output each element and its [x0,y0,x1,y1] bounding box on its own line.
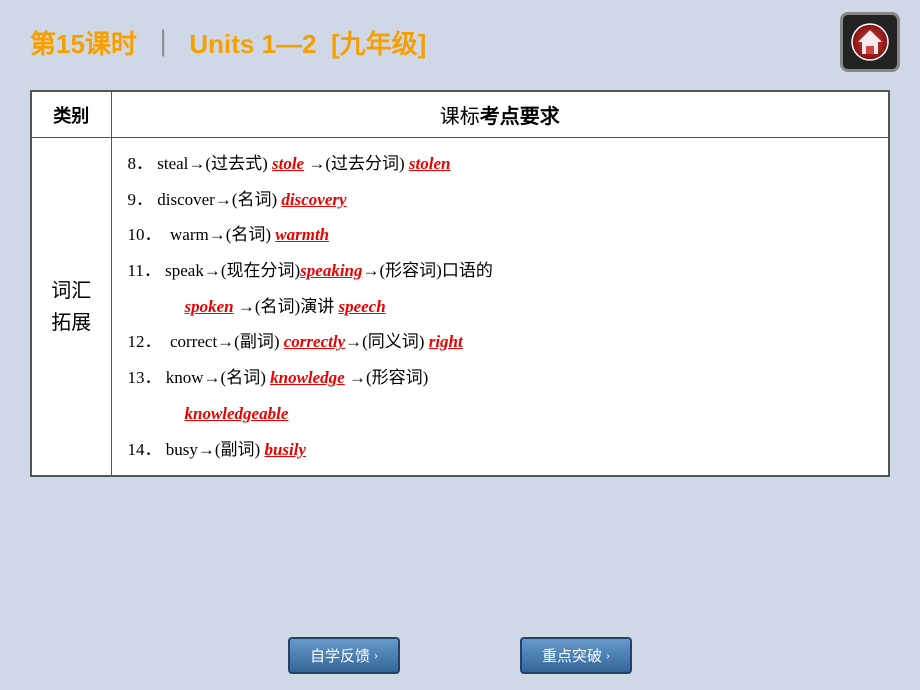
row-8: 8． steal→(过去式) stole →(过去分词) stolen [128,146,873,182]
col2-header-normal: 课标 [440,106,480,128]
col1-header: 类别 [31,91,111,138]
footer: 自学反馈 › 重点突破 › [0,637,920,674]
answer-warmth: warmth [275,225,329,244]
self-study-button[interactable]: 自学反馈 › [288,637,400,674]
category-text: 词汇拓展 [44,275,99,339]
answer-knowledge: knowledge [270,368,345,387]
answer-discovery: discovery [281,190,346,209]
answer-spoken: spoken [185,297,234,316]
row-9: 9． discover→(名词) discovery [128,182,873,218]
row-11b: spoken →(名词)演讲 speech [128,289,873,325]
answer-knowledgeable: knowledgeable [185,404,289,423]
answer-stole: stole [272,154,304,173]
page-title: 第15课时 ｜ Units 1—2 [九年级] [30,24,426,61]
category-cell: 词汇拓展 [31,138,111,477]
btn1-arrow: › [374,648,378,663]
main-content: 类别 课标考点要求 词汇拓展 8． steal→(过去式) stole →(过去… [30,90,890,477]
title-part2: Units 1—2 [189,29,316,59]
col2-header: 课标考点要求 [111,91,889,138]
btn1-label: 自学反馈 [310,645,370,666]
content-cell: 8． steal→(过去式) stole →(过去分词) stolen 9． d… [111,138,889,477]
answer-correctly: correctly [284,332,345,351]
row-14: 14． busy→(副词) busily [128,432,873,468]
title-part3: [九年级] [324,29,427,59]
home-svg [850,22,890,62]
vocab-table: 类别 课标考点要求 词汇拓展 8． steal→(过去式) stole →(过去… [30,90,890,477]
answer-speech: speech [338,297,385,316]
btn2-arrow: › [606,648,610,663]
title-pipe: ｜ [150,29,183,59]
title-part1: 第15课时 [30,29,137,59]
answer-busily: busily [264,440,306,459]
col2-header-bold: 考点要求 [480,106,560,128]
answer-speaking: speaking [300,261,362,280]
row-11: 11． speak→(现在分词)speaking→(形容词)口语的 [128,253,873,289]
row-12: 12． correct→(副词) correctly→(同义词) right [128,324,873,360]
page-header: 第15课时 ｜ Units 1—2 [九年级] [0,0,920,80]
answer-stolen: stolen [409,154,451,173]
home-icon[interactable] [840,12,900,72]
btn2-label: 重点突破 [542,645,602,666]
row-13: 13． know→(名词) knowledge →(形容词) [128,360,873,396]
row-10: 10． warm→(名词) warmth [128,217,873,253]
key-points-button[interactable]: 重点突破 › [520,637,632,674]
row-13b: knowledgeable [128,396,873,432]
answer-right: right [429,332,463,351]
